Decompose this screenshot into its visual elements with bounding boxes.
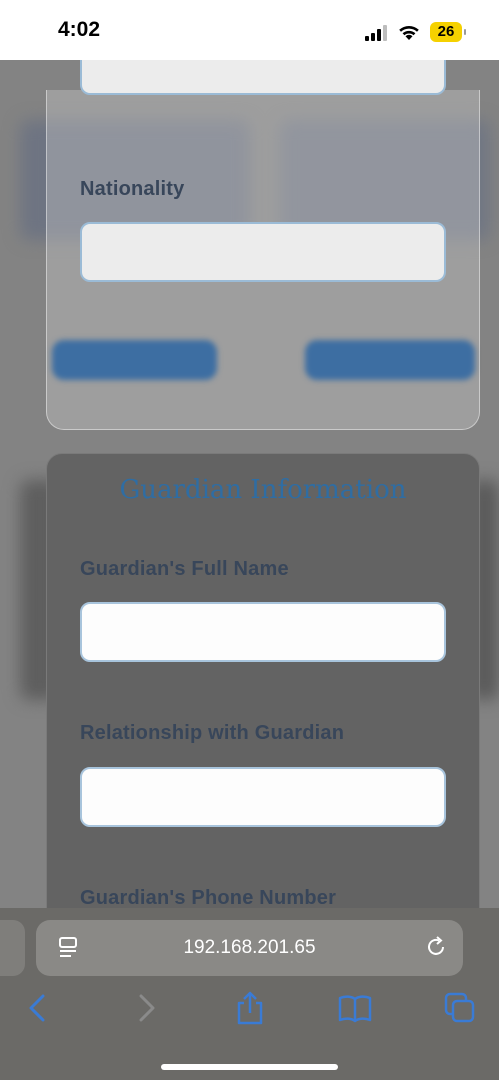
guardian-section-title: Guardian Information: [119, 475, 407, 505]
previous-tab-stub[interactable]: [0, 920, 25, 976]
battery-indicator: 26: [430, 22, 466, 42]
tabs-icon[interactable]: [442, 990, 478, 1026]
url-text: 192.168.201.65: [183, 937, 316, 958]
address-bar[interactable]: 192.168.201.65: [36, 920, 463, 976]
guardian-name-input[interactable]: [80, 602, 446, 662]
status-time: 4:02: [58, 18, 101, 41]
guardian-info-card: [46, 453, 480, 908]
relationship-input[interactable]: [80, 767, 446, 827]
bookmarks-icon[interactable]: [337, 990, 373, 1026]
wifi-icon: [399, 25, 419, 40]
status-bar: 4:02 26: [0, 0, 499, 60]
guardian-phone-label: Guardian's Phone Number: [80, 887, 337, 909]
nationality-label: Nationality: [80, 178, 185, 200]
reload-icon[interactable]: [424, 935, 448, 959]
forward-icon[interactable]: [128, 990, 164, 1026]
blurred-button: [52, 340, 217, 380]
relationship-label: Relationship with Guardian: [80, 722, 345, 744]
nationality-input[interactable]: [80, 222, 446, 282]
share-icon[interactable]: [232, 990, 268, 1026]
signal-icon: [365, 25, 387, 41]
back-icon[interactable]: [20, 990, 56, 1026]
guardian-name-label: Guardian's Full Name: [80, 558, 289, 580]
home-indicator[interactable]: [161, 1064, 338, 1070]
blurred-button: [305, 340, 475, 380]
